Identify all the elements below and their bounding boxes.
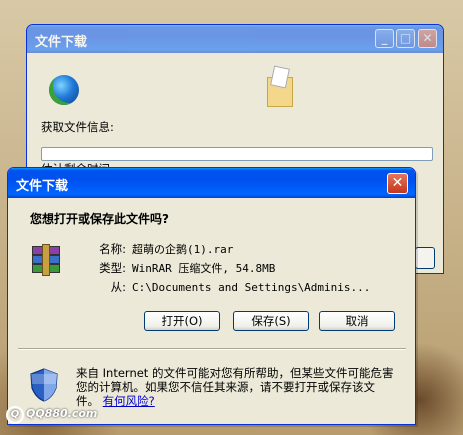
divider <box>18 348 406 350</box>
security-warning: 来自 Internet 的文件可能对您有所帮助，但某些文件可能危害您的计算机。如… <box>76 366 396 408</box>
status-label: 获取文件信息: <box>41 120 114 134</box>
file-source-row: 从: C:\Documents and Settings\Adminis... <box>86 279 371 295</box>
minimize-button[interactable]: _ <box>375 29 394 48</box>
watermark: Q QQ880.com <box>6 406 97 424</box>
name-label: 名称: <box>99 242 126 256</box>
close-button[interactable]: ✕ <box>387 173 408 194</box>
maximize-button[interactable]: □ <box>396 29 415 48</box>
risk-link[interactable]: 有何风险? <box>103 394 155 408</box>
file-download-dialog: 文件下载 ✕ 您想打开或保存此文件吗? 名称: 超萌の企鹅(1).rar 类型: W… <box>7 167 416 425</box>
open-button[interactable]: 打开(O) <box>144 311 220 331</box>
progress-bar <box>41 147 433 161</box>
window-title: 文件下载 <box>35 35 88 50</box>
question-text: 您想打开或保存此文件吗? <box>30 212 169 226</box>
save-button[interactable]: 保存(S) <box>233 311 309 331</box>
titlebar: 文件下载 ✕ <box>8 168 415 198</box>
file-name: 超萌の企鹅(1).rar <box>132 243 234 256</box>
watermark-logo-icon: Q <box>6 406 24 424</box>
folder-icon <box>265 65 295 107</box>
cancel-button[interactable]: 取消 <box>319 311 395 331</box>
file-type: WinRAR 压缩文件, 54.8MB <box>132 262 276 275</box>
close-button[interactable]: ✕ <box>418 29 437 48</box>
watermark-text: QQ880.com <box>26 407 98 420</box>
from-label: 从: <box>110 280 126 294</box>
winrar-icon <box>28 244 62 276</box>
type-label: 类型: <box>99 261 126 275</box>
titlebar: 文件下载 _ □ ✕ <box>27 25 443 53</box>
shield-icon <box>30 368 58 402</box>
globe-icon <box>49 75 79 105</box>
file-type-row: 类型: WinRAR 压缩文件, 54.8MB <box>86 260 275 276</box>
file-source: C:\Documents and Settings\Adminis... <box>132 281 371 294</box>
file-name-row: 名称: 超萌の企鹅(1).rar <box>86 241 233 257</box>
dialog-title: 文件下载 <box>16 179 69 194</box>
back-window-button[interactable] <box>415 247 435 269</box>
